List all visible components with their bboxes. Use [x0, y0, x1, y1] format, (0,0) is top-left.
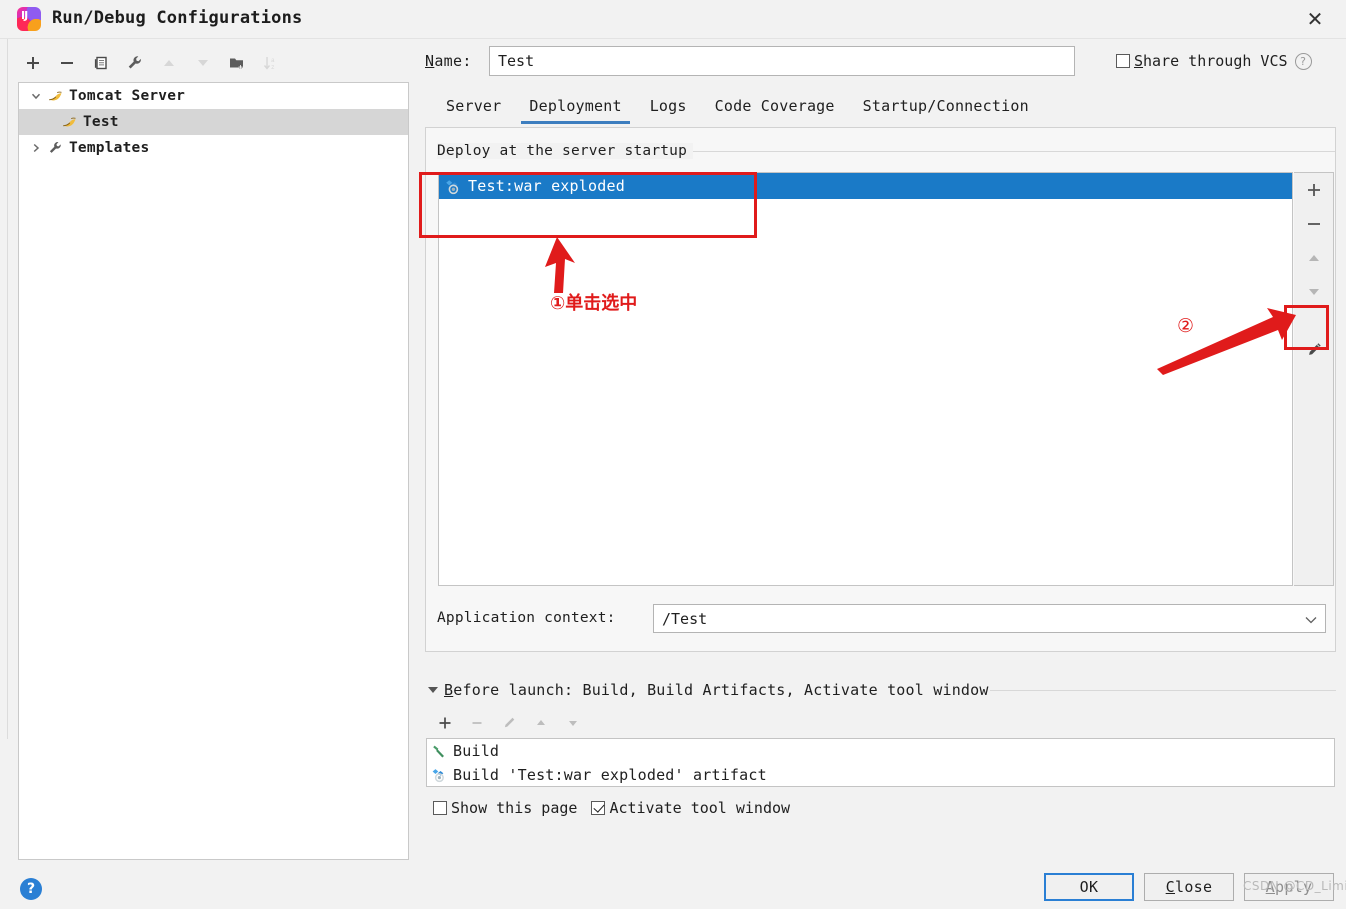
- before-launch-task-list[interactable]: Build Build 'Test:war exploded' artifact: [426, 738, 1335, 787]
- remove-configuration-button[interactable]: [52, 49, 82, 77]
- before-launch-header[interactable]: Before launch: Build, Build Artifacts, A…: [428, 681, 989, 699]
- help-question-icon[interactable]: ?: [1294, 52, 1312, 70]
- folder-add-icon[interactable]: [222, 49, 252, 77]
- copy-configuration-button[interactable]: [86, 49, 116, 77]
- tree-item-label: Templates: [69, 140, 150, 156]
- list-item-label: Build 'Test:war exploded' artifact: [453, 766, 767, 784]
- apply-mnemonic: A: [1265, 878, 1275, 896]
- triangle-down-icon[interactable]: [428, 687, 438, 693]
- list-item-label: Build: [453, 742, 500, 760]
- tomcat-icon: [47, 88, 65, 104]
- arrow-up-icon[interactable]: [154, 49, 184, 77]
- tab-server[interactable]: Server: [432, 92, 515, 120]
- build-hammer-icon: [431, 743, 449, 759]
- deploy-at-startup-label: Deploy at the server startup: [437, 143, 694, 159]
- activate-tool-window-label: Activate tool window: [609, 799, 791, 817]
- checkbox-box[interactable]: [591, 801, 606, 815]
- deployment-list-buttons: [1294, 172, 1334, 586]
- ok-button-label: OK: [1079, 878, 1099, 896]
- list-item-label: Test:war exploded: [468, 177, 625, 195]
- intellij-idea-logo-icon: [17, 7, 41, 31]
- configurations-tree[interactable]: Tomcat Server Test Templates: [18, 82, 409, 860]
- tab-logs[interactable]: Logs: [636, 92, 701, 120]
- remove-task-button[interactable]: [462, 711, 492, 735]
- before-launch-mnemonic: B: [444, 681, 454, 699]
- sort-alpha-icon[interactable]: a z: [256, 49, 286, 77]
- chevron-right-icon[interactable]: [25, 142, 47, 154]
- name-label-mnemonic: N: [425, 52, 435, 70]
- tree-item-tomcat-server[interactable]: Tomcat Server: [19, 83, 408, 109]
- application-context-label: Application context:: [437, 610, 616, 626]
- tab-code-coverage[interactable]: Code Coverage: [701, 92, 849, 120]
- close-icon[interactable]: ✕: [1292, 0, 1338, 38]
- wrench-icon[interactable]: [120, 49, 150, 77]
- before-launch-toolbar: [430, 710, 588, 736]
- artifact-icon: [431, 767, 449, 783]
- application-context-input[interactable]: /Test: [653, 604, 1326, 633]
- window-title-bar: Run/Debug Configurations ✕: [0, 0, 1346, 39]
- apply-button-label: Apply: [1266, 878, 1313, 896]
- svg-text:a: a: [271, 57, 275, 64]
- tree-item-templates[interactable]: Templates: [19, 135, 408, 161]
- help-question-icon[interactable]: ?: [20, 878, 42, 900]
- before-launch-divider: [990, 690, 1336, 691]
- close-button[interactable]: Close: [1144, 873, 1234, 901]
- wrench-icon: [47, 140, 65, 156]
- application-context-value: /Test: [662, 609, 708, 628]
- checkbox-box[interactable]: [433, 801, 447, 815]
- list-item[interactable]: Build 'Test:war exploded' artifact: [427, 763, 1334, 786]
- share-through-vcs-checkbox[interactable]: [1116, 54, 1130, 68]
- share-label-mnemonic: S: [1134, 52, 1144, 70]
- window-title: Run/Debug Configurations: [52, 8, 303, 28]
- arrow-down-icon[interactable]: [188, 49, 218, 77]
- edit-artifact-button[interactable]: [1295, 333, 1333, 367]
- name-label-rest: ame:: [434, 52, 472, 70]
- remove-artifact-button[interactable]: [1295, 207, 1333, 241]
- tomcat-icon: [61, 114, 79, 130]
- before-launch-options: Show this page Activate tool window: [433, 799, 804, 817]
- tree-item-label: Tomcat Server: [69, 88, 186, 104]
- close-button-label: Close: [1166, 878, 1213, 896]
- move-task-down-button[interactable]: [558, 711, 588, 735]
- ok-button[interactable]: OK: [1044, 873, 1134, 901]
- list-item[interactable]: Build: [427, 739, 1334, 763]
- activate-tool-window-checkbox[interactable]: Activate tool window: [591, 799, 790, 817]
- move-task-up-button[interactable]: [526, 711, 556, 735]
- artifact-icon: [445, 178, 462, 195]
- name-label: Name:: [425, 52, 472, 70]
- apply-button[interactable]: Apply: [1244, 873, 1334, 901]
- apply-rest: pply: [1275, 878, 1313, 896]
- name-input[interactable]: [489, 46, 1075, 76]
- add-task-button[interactable]: [430, 711, 460, 735]
- move-artifact-up-button[interactable]: [1295, 241, 1333, 275]
- move-artifact-down-button[interactable]: [1295, 275, 1333, 309]
- add-configuration-button[interactable]: [18, 49, 48, 77]
- before-launch-title-rest: efore launch: Build, Build Artifacts, Ac…: [453, 681, 989, 699]
- close-mnemonic: C: [1165, 878, 1175, 896]
- tree-item-label: Test: [83, 114, 119, 130]
- chevron-down-icon[interactable]: [25, 90, 47, 102]
- tree-item-test[interactable]: Test: [19, 109, 408, 135]
- before-launch-title: Before launch: Build, Build Artifacts, A…: [444, 681, 989, 699]
- share-through-vcs-row[interactable]: Share through VCS ?: [1116, 52, 1312, 70]
- share-label-rest: hare through VCS: [1143, 52, 1288, 70]
- chevron-down-icon[interactable]: [1305, 614, 1317, 627]
- group-title-divider: [690, 151, 1335, 152]
- configurations-toolbar: a z: [18, 47, 298, 79]
- show-this-page-checkbox[interactable]: Show this page: [433, 799, 577, 817]
- close-rest: lose: [1175, 878, 1213, 896]
- window-left-edge: [0, 39, 8, 739]
- tab-startup-connection[interactable]: Startup/Connection: [849, 92, 1043, 120]
- svg-text:z: z: [271, 64, 275, 71]
- list-item[interactable]: Test:war exploded: [439, 173, 1292, 199]
- add-artifact-button[interactable]: [1295, 173, 1333, 207]
- config-tabs: Server Deployment Logs Code Coverage Sta…: [432, 92, 1043, 124]
- deployment-artifacts-list[interactable]: Test:war exploded: [438, 172, 1293, 586]
- show-this-page-label: Show this page: [451, 799, 578, 817]
- tab-deployment[interactable]: Deployment: [515, 92, 635, 124]
- edit-task-button[interactable]: [494, 711, 524, 735]
